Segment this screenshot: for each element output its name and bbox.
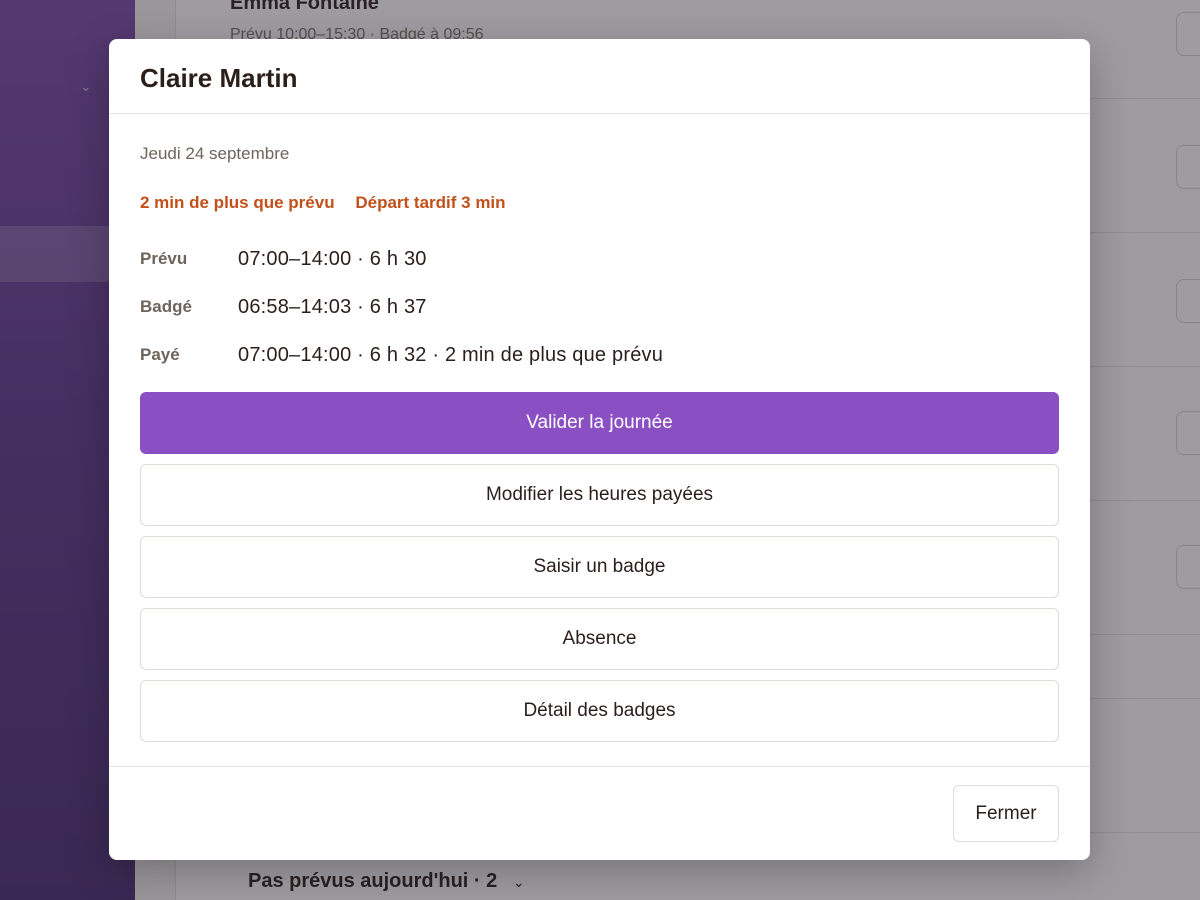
employee-day-dialog: Claire Martin Jeudi 24 septembre 2 min d… bbox=[109, 39, 1090, 860]
dialog-title: Claire Martin bbox=[140, 63, 298, 93]
time-row-badged: Badgé 06:58–14:03 · 6 h 37 bbox=[140, 283, 1059, 331]
dialog-body: Jeudi 24 septembre 2 min de plus que pré… bbox=[109, 114, 1090, 742]
dialog-footer: Fermer bbox=[109, 766, 1090, 860]
edit-paid-hours-button[interactable]: Modifier les heures payées bbox=[140, 464, 1059, 526]
warning-badge: 2 min de plus que prévu bbox=[140, 193, 335, 212]
badge-details-button[interactable]: Détail des badges bbox=[140, 680, 1059, 742]
validate-day-button[interactable]: Valider la journée bbox=[140, 392, 1059, 454]
time-value: 07:00–14:00 · 6 h 32 · 2 min de plus que… bbox=[238, 343, 664, 366]
warning-list: 2 min de plus que prévu Départ tardif 3 … bbox=[140, 193, 1059, 213]
add-badge-button[interactable]: Saisir un badge bbox=[140, 536, 1059, 598]
dialog-actions: Valider la journée Modifier les heures p… bbox=[140, 392, 1059, 742]
time-summary: Prévu 07:00–14:00 · 6 h 30 Badgé 06:58–1… bbox=[140, 235, 1059, 379]
time-label: Payé bbox=[140, 345, 180, 364]
close-button[interactable]: Fermer bbox=[953, 785, 1059, 842]
warning-badge: Départ tardif 3 min bbox=[355, 193, 506, 212]
time-label: Prévu bbox=[140, 249, 188, 268]
time-value: 07:00–14:00 · 6 h 30 bbox=[238, 247, 427, 270]
absence-button[interactable]: Absence bbox=[140, 608, 1059, 670]
time-row-paid: Payé 07:00–14:00 · 6 h 32 · 2 min de plu… bbox=[140, 331, 1059, 379]
dialog-header: Claire Martin bbox=[109, 39, 1090, 114]
time-row-planned: Prévu 07:00–14:00 · 6 h 30 bbox=[140, 235, 1059, 283]
time-label: Badgé bbox=[140, 297, 192, 316]
time-value: 06:58–14:03 · 6 h 37 bbox=[238, 295, 427, 318]
day-date: Jeudi 24 septembre bbox=[140, 144, 290, 163]
